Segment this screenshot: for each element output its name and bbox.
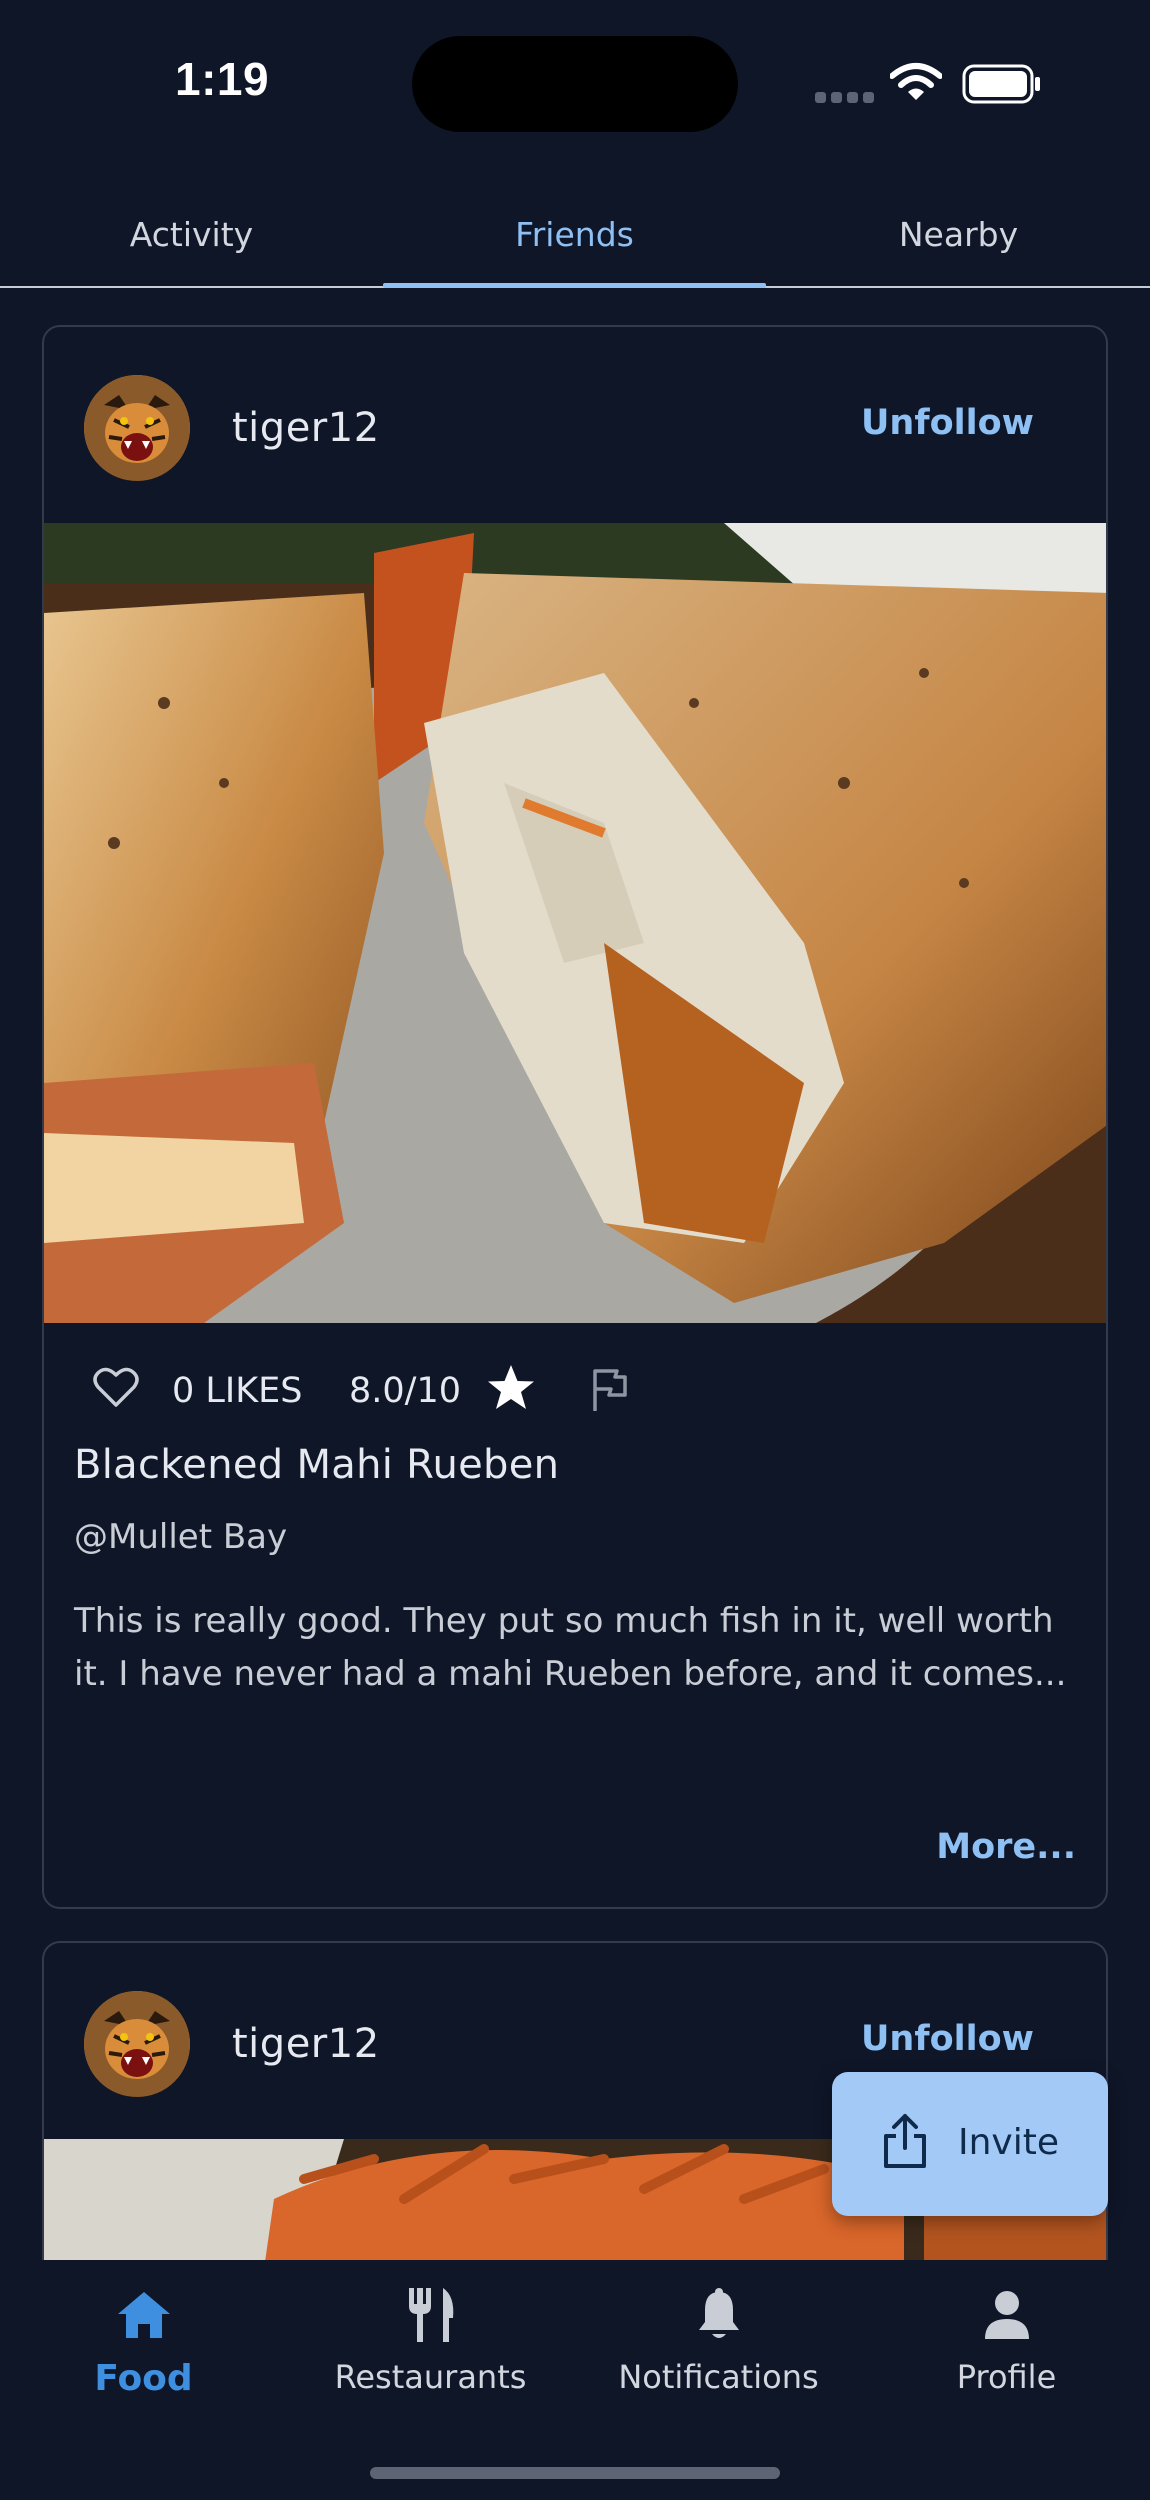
rating-value: 8.0/10	[349, 1371, 461, 1411]
dish-name: Blackened Mahi Rueben	[74, 1442, 560, 1488]
tab-activity[interactable]: Activity	[0, 180, 383, 288]
unfollow-button[interactable]: Unfollow	[861, 2019, 1034, 2059]
food-photo[interactable]	[44, 523, 1106, 1323]
home-icon	[116, 2280, 172, 2350]
post-stats: 0 LIKES 8.0/10	[44, 1357, 1106, 1427]
status-time: 1:19	[175, 53, 270, 105]
star-icon	[488, 1365, 534, 1409]
person-icon	[983, 2280, 1031, 2350]
tiger-avatar-image	[84, 375, 190, 481]
wifi-icon	[890, 63, 942, 100]
nav-item-food[interactable]: Food	[0, 2280, 287, 2430]
nav-label: Notifications	[618, 2358, 819, 2396]
post-header: tiger12 Unfollow	[44, 327, 1106, 522]
heart-icon[interactable]	[92, 1365, 140, 1409]
active-tab-indicator	[383, 283, 766, 288]
nav-label: Restaurants	[334, 2358, 527, 2396]
status-bar: 1:19	[0, 0, 1150, 170]
post-username[interactable]: tiger12	[232, 2021, 380, 2067]
signal-icon	[815, 88, 879, 107]
post-username[interactable]: tiger12	[232, 405, 380, 451]
nav-label: Food	[94, 2358, 193, 2399]
likes-count: 0 LIKES	[172, 1371, 303, 1411]
more-link[interactable]: More...	[936, 1827, 1076, 1867]
post-card: tiger12 Unfollow	[42, 325, 1108, 1909]
avatar[interactable]	[84, 375, 190, 481]
bottom-nav: Food Restaurants Notifications Profile	[0, 2260, 1150, 2500]
tab-friends[interactable]: Friends	[383, 180, 766, 288]
top-tabs: Activity Friends Nearby	[0, 180, 1150, 288]
unfollow-button[interactable]: Unfollow	[861, 403, 1034, 443]
invite-button[interactable]: Invite	[832, 2072, 1108, 2216]
fork-knife-icon	[403, 2280, 459, 2350]
avatar[interactable]	[84, 1991, 190, 2097]
home-indicator[interactable]	[370, 2467, 780, 2479]
nav-item-notifications[interactable]: Notifications	[575, 2280, 862, 2430]
flag-icon[interactable]	[589, 1367, 629, 1413]
review-text: This is really good. They put so much fi…	[74, 1601, 1067, 1694]
share-icon	[884, 2114, 926, 2168]
restaurant-tag[interactable]: @Mullet Bay	[74, 1517, 287, 1557]
nav-item-profile[interactable]: Profile	[863, 2280, 1150, 2430]
battery-icon	[962, 64, 1040, 104]
nav-item-restaurants[interactable]: Restaurants	[287, 2280, 574, 2430]
tab-nearby[interactable]: Nearby	[767, 180, 1150, 288]
bell-icon	[695, 2280, 743, 2350]
dynamic-island	[412, 36, 738, 132]
nav-label: Profile	[956, 2358, 1057, 2396]
sandwich-photo	[44, 523, 1106, 1323]
invite-label: Invite	[958, 2122, 1060, 2163]
tiger-avatar-image	[84, 1991, 190, 2097]
